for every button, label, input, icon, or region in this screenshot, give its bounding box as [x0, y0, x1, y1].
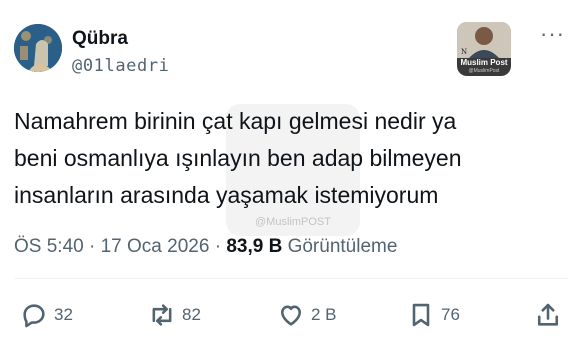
author-handle[interactable]: @01laedri — [72, 56, 170, 76]
avatar[interactable] — [14, 24, 62, 72]
view-count: 83,9 B — [226, 236, 283, 257]
separator-dot: · — [214, 236, 227, 257]
muslim-post-badge: N Muslim Post @MuslimPost — [457, 22, 511, 76]
tweet-line-2: beni osmanlıya ışınlayın ben adap bilmey… — [14, 145, 462, 171]
reply-count: 32 — [54, 305, 73, 324]
reply-icon — [23, 304, 45, 328]
share-button[interactable] — [534, 298, 562, 332]
action-bar: 32 82 2 B 76 — [14, 298, 569, 332]
svg-text:N: N — [461, 48, 467, 56]
like-count: 2 B — [311, 305, 337, 324]
repost-count: 82 — [182, 305, 201, 324]
tweet-text: Namahrem birinin çat kapı gelmesi nedir … — [14, 103, 569, 214]
tweet-meta: ÖS 5:40 · 17 Oca 2026 · 83,9 B Görüntüle… — [14, 236, 397, 258]
more-icon[interactable]: ··· — [540, 23, 565, 45]
tweet-line-3: insanların arasında yaşamak istemiyorum — [14, 182, 439, 208]
like-button[interactable]: 2 B — [277, 298, 337, 332]
badge-photo: N — [457, 22, 511, 58]
tweet-time[interactable]: ÖS 5:40 — [14, 236, 84, 257]
divider — [14, 278, 568, 279]
reply-button[interactable]: 32 — [20, 298, 73, 332]
view-label: Görüntüleme — [287, 236, 398, 257]
tweet-date[interactable]: 17 Oca 2026 — [101, 236, 210, 257]
tweet-line-1: Namahrem birinin çat kapı gelmesi nedir … — [14, 108, 457, 134]
author-name[interactable]: Qübra — [72, 28, 128, 50]
separator-dot: · — [89, 236, 101, 257]
bookmark-button[interactable]: 76 — [407, 298, 460, 332]
badge-subtitle: @MuslimPost — [468, 68, 500, 74]
bookmark-count: 76 — [441, 305, 460, 324]
like-icon — [280, 305, 302, 326]
repost-button[interactable]: 82 — [148, 298, 201, 332]
watermark-text: @MuslimPOST — [255, 216, 331, 228]
share-icon — [537, 303, 559, 326]
badge-title: Muslim Post — [460, 58, 508, 67]
repost-icon — [152, 304, 172, 326]
bookmark-icon — [412, 303, 430, 327]
